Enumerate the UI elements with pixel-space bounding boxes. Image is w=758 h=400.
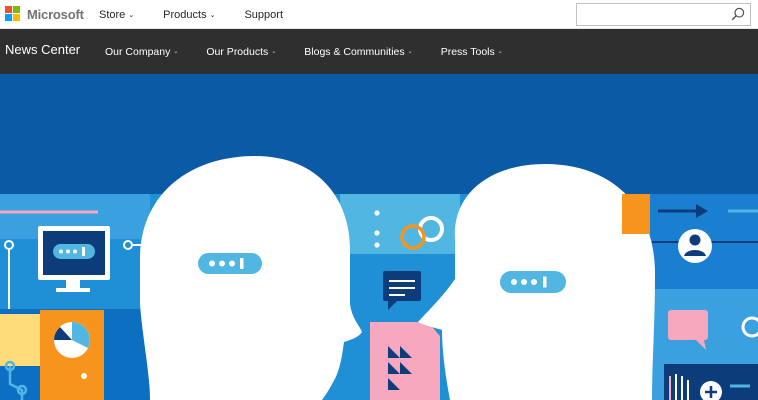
search-box (576, 3, 751, 26)
chevron-down-icon: ⌄ (271, 49, 277, 55)
search-icon[interactable] (731, 7, 745, 21)
search-input[interactable] (577, 4, 727, 25)
nav-store[interactable]: Store ⌄ (99, 9, 134, 21)
chevron-down-icon: ⌄ (128, 11, 135, 19)
chevron-down-icon: ⌄ (209, 11, 216, 19)
global-nav: Store ⌄ Products ⌄ Support (99, 0, 312, 29)
document-icon (370, 322, 440, 400)
microsoft-header: Microsoft Store ⌄ Products ⌄ Support (0, 0, 758, 29)
nav-support-label: Support (244, 8, 283, 21)
two-heads-conversation-illustration (0, 74, 758, 400)
news-center-nav: Our Company ⌄ Our Products ⌄ Blogs & Com… (105, 29, 531, 74)
nav-blogs-communities[interactable]: Blogs & Communities ⌄ (304, 46, 412, 58)
nav-support[interactable]: Support (244, 9, 283, 21)
microsoft-logo-icon (5, 6, 21, 22)
hero-illustration (0, 74, 758, 400)
nav-press-tools[interactable]: Press Tools ⌄ (441, 46, 503, 58)
microsoft-wordmark: Microsoft (27, 6, 84, 22)
nav-press-tools-label: Press Tools (440, 45, 495, 58)
nav-our-products[interactable]: Our Products ⌄ (206, 46, 276, 58)
nav-our-products-label: Our Products (206, 45, 269, 58)
news-center-nav-bar: News Center Our Company ⌄ Our Products ⌄… (0, 29, 758, 74)
speech-bubble-right (500, 271, 566, 293)
nav-blogs-communities-label: Blogs & Communities (304, 45, 405, 58)
chevron-down-icon: ⌄ (407, 49, 413, 55)
speech-bubble-left (198, 253, 262, 274)
nav-store-label: Store (99, 8, 126, 21)
microsoft-logo[interactable]: Microsoft (5, 6, 84, 22)
user-avatar-icon (678, 229, 712, 263)
nav-products-label: Products (163, 8, 207, 21)
pie-chart-icon (54, 322, 90, 358)
chevron-down-icon: ⌄ (173, 49, 179, 55)
nav-our-company[interactable]: Our Company ⌄ (105, 46, 178, 58)
chevron-down-icon: ⌄ (497, 49, 503, 55)
news-center-title[interactable]: News Center (5, 42, 80, 57)
nav-our-company-label: Our Company (105, 45, 171, 58)
nav-products[interactable]: Products ⌄ (163, 9, 215, 21)
left-head-silhouette (140, 156, 362, 400)
